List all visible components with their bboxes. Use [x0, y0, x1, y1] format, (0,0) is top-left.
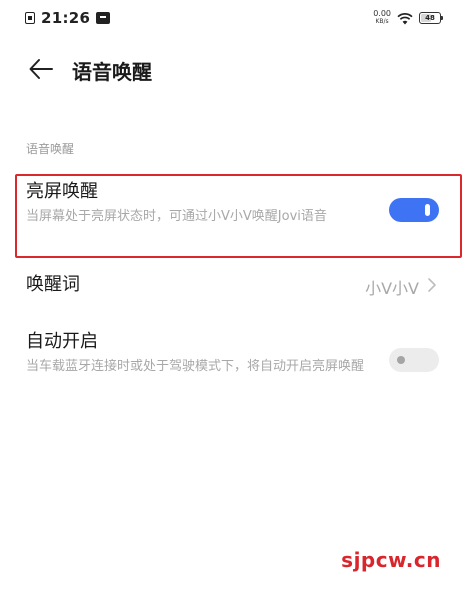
toggle-knob	[397, 356, 405, 364]
message-icon	[96, 12, 111, 24]
setting-auto-start-title: 自动开启	[26, 331, 98, 352]
battery-level: 48	[425, 14, 435, 22]
toggle-knob	[425, 204, 430, 216]
setting-auto-start[interactable]: 自动开启 当车载蓝牙连接时或处于驾驶模式下，将自动开启亮屏唤醒	[26, 330, 440, 377]
chevron-right-icon	[427, 277, 437, 297]
status-right: 0.00 KB/s 48	[373, 8, 443, 28]
status-left: 21:26	[25, 9, 111, 27]
section-label: 语音唤醒	[26, 142, 75, 156]
wifi-icon	[397, 12, 413, 25]
setting-screen-wake-title: 亮屏唤醒	[26, 181, 98, 202]
network-speed: 0.00 KB/s	[373, 10, 391, 26]
status-time: 21:26	[41, 9, 91, 27]
wake-word-value-row[interactable]: 小V小V	[365, 275, 437, 299]
auto-start-toggle[interactable]	[389, 348, 439, 372]
arrow-left-icon[interactable]	[28, 58, 54, 80]
status-bar: 21:26 0.00 KB/s 48	[0, 0, 465, 36]
header: 语音唤醒	[0, 50, 465, 90]
screen-wake-toggle[interactable]	[389, 198, 439, 222]
network-speed-unit: KB/s	[375, 18, 389, 25]
network-speed-value: 0.00	[373, 9, 391, 18]
battery-icon: 48	[419, 12, 443, 24]
page-title: 语音唤醒	[72, 60, 152, 84]
sim-icon	[25, 12, 35, 24]
setting-auto-start-description: 当车载蓝牙连接时或处于驾驶模式下，将自动开启亮屏唤醒	[26, 359, 365, 374]
setting-screen-wake-description: 当屏幕处于亮屏状态时，可通过小V小V唤醒Jovi语音	[26, 209, 327, 224]
wake-word-value: 小V小V	[365, 279, 419, 298]
watermark: sjpcw.cn	[341, 548, 441, 572]
setting-screen-wake[interactable]: 亮屏唤醒 当屏幕处于亮屏状态时，可通过小V小V唤醒Jovi语音	[26, 180, 440, 227]
